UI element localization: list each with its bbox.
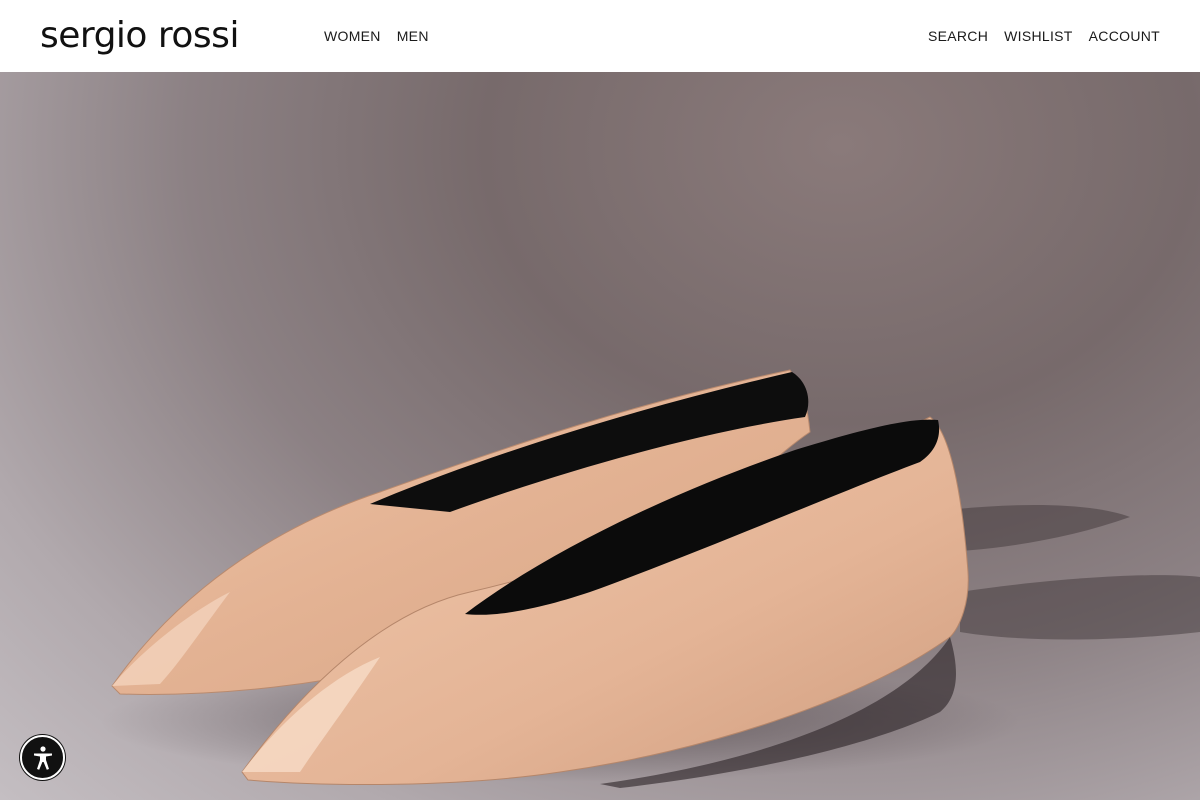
hero-product-image	[100, 369, 1200, 788]
nav-women[interactable]: WOMEN	[324, 26, 381, 46]
accessibility-button[interactable]	[20, 735, 65, 780]
hero-banner[interactable]	[0, 72, 1200, 800]
brand-logo[interactable]: sergio rossi	[40, 14, 239, 58]
main-nav: WOMEN MEN	[324, 0, 429, 72]
nav-men[interactable]: MEN	[397, 26, 429, 46]
accessibility-icon	[33, 745, 52, 770]
nav-account[interactable]: ACCOUNT	[1089, 26, 1160, 46]
utility-nav: SEARCH WISHLIST ACCOUNT	[928, 0, 1160, 72]
site-header: sergio rossi WOMEN MEN SEARCH WISHLIST A…	[0, 0, 1200, 72]
nav-wishlist[interactable]: WISHLIST	[1004, 26, 1073, 46]
nav-search[interactable]: SEARCH	[928, 26, 988, 46]
